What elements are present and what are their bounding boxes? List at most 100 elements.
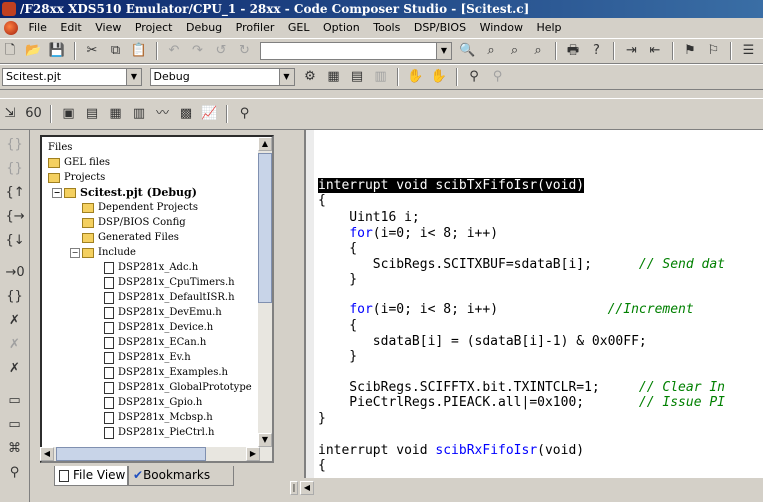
tree-horizontal-scrollbar[interactable]: ◀ ▶ [40,447,260,461]
open-folder-icon[interactable]: 📂 [25,42,43,60]
tree-item-project[interactable]: − Scitest.pjt (Debug) [52,186,197,200]
menu-debug[interactable]: Debug [181,18,227,38]
halt-icon[interactable]: ✗ [6,336,24,354]
collapse-icon[interactable]: − [52,188,62,198]
run-icon[interactable]: ✗ [6,312,24,330]
rebuild-icon[interactable]: ▤ [348,68,366,86]
code-editor[interactable]: interrupt void scibTxFifoIsr(void) { Uin… [304,130,763,478]
chevron-down-icon[interactable]: ▼ [278,69,294,85]
list-icon[interactable]: ☰ [740,42,758,60]
watch-icon[interactable]: 60 [25,105,43,123]
undo-history-icon[interactable]: ↺ [212,42,230,60]
scroll-down-icon[interactable]: ▼ [258,433,272,447]
step-into-icon[interactable]: {} [6,136,24,154]
tree-item-file[interactable]: DSP281x_GlobalPrototype [104,381,252,395]
view-watch-icon[interactable]: ⚲ [6,464,24,482]
copy-icon[interactable]: ⧉ [107,42,125,60]
scroll-thumb[interactable] [258,153,272,303]
menu-help[interactable]: Help [531,18,566,38]
run-to-cursor-icon[interactable]: {→ [6,208,25,226]
indent-icon[interactable]: ⇥ [623,42,641,60]
tree-item-file[interactable]: DSP281x_Adc.h [104,261,198,275]
tree-item-files[interactable]: Files [48,141,72,155]
set-pc-icon[interactable]: {↓ [6,232,25,250]
tree-item-include[interactable]: − Include [70,246,136,260]
tree-item-file[interactable]: DSP281x_Examples.h [104,366,228,380]
remove-breakpoints-icon[interactable]: ✋ [430,68,448,86]
menu-tools[interactable]: Tools [368,18,405,38]
probe-point-icon[interactable]: ⚲ [465,68,483,86]
profiler-icon[interactable]: ⚲ [236,105,254,123]
redo-icon[interactable]: ↷ [189,42,207,60]
tree-item-file[interactable]: DSP281x_Ev.h [104,351,191,365]
undo-icon[interactable]: ↶ [165,42,183,60]
menu-profiler[interactable]: Profiler [231,18,280,38]
collapse-icon[interactable]: − [70,247,80,258]
tree-item-file[interactable]: DSP281x_DefaultISR.h [104,291,235,305]
tree-item-file[interactable]: DSP281x_Device.h [104,321,213,335]
scroll-right-icon[interactable]: ▶ [246,447,260,461]
view-registers-icon[interactable]: ▭ [6,416,24,434]
breakpoint-icon[interactable]: ✋ [407,68,425,86]
cut-icon[interactable]: ✂ [83,42,101,60]
find-prev-icon[interactable]: ⌕ [506,42,524,60]
build-icon[interactable]: ▦ [325,68,343,86]
tree-item-file[interactable]: DSP281x_ECan.h [104,336,206,350]
stack-icon[interactable]: ▥ [130,105,148,123]
document-icon[interactable] [4,21,18,35]
find-combo[interactable]: ▼ [260,42,452,60]
menu-project[interactable]: Project [130,18,178,38]
save-icon[interactable]: 💾 [48,42,66,60]
chevron-down-icon[interactable]: ▼ [436,43,451,59]
tree-item-file[interactable]: DSP281x_PieCtrl.h [104,426,214,440]
bookmark-next-icon[interactable]: ⚐ [705,42,723,60]
bookmark-icon[interactable]: ⚑ [681,42,699,60]
graph-icon[interactable]: 〰 [154,105,172,123]
menu-gel[interactable]: GEL [283,18,315,38]
find-next-icon[interactable]: ⌕ [482,42,500,60]
tree-item-projects[interactable]: Projects [48,171,105,185]
pane-splitter[interactable] [284,130,290,502]
scroll-left-icon[interactable]: ◀ [300,481,314,495]
scroll-thumb[interactable] [56,447,206,461]
tree-item-generated[interactable]: Generated Files [82,231,179,245]
print-icon[interactable]: 🖶 [564,42,582,60]
compile-icon[interactable]: ⚙ [301,68,319,86]
tree-item-file[interactable]: DSP281x_Mcbsp.h [104,411,213,425]
remove-probe-icon[interactable]: ⚲ [489,68,507,86]
asm-step-over-icon[interactable]: {} [6,288,24,306]
view-quick-watch-icon[interactable]: ⌘ [6,440,24,458]
asm-step-icon[interactable]: →0 [6,264,25,282]
view-memory-icon[interactable]: ▭ [6,392,24,410]
disassembly-icon[interactable]: ▦ [107,105,125,123]
new-file-icon[interactable]: 🗋 [1,42,19,60]
tree-item-file[interactable]: DSP281x_DevEmu.h [104,306,222,320]
tree-item-dspbios[interactable]: DSP/BIOS Config [82,216,186,230]
config-select[interactable]: Debug ▼ [149,68,295,86]
chevron-down-icon[interactable]: ▼ [126,69,141,85]
tree-item-dependent[interactable]: Dependent Projects [82,201,198,215]
editor-gutter[interactable] [306,130,314,478]
tree-item-file[interactable]: DSP281x_CpuTimers.h [104,276,235,290]
editor-horizontal-scrollbar[interactable]: | ◀ [290,480,763,496]
memory-icon[interactable]: ▣ [60,105,78,123]
tab-file-view[interactable]: File View [54,466,128,486]
context-help-icon[interactable]: ? [588,42,606,60]
image-icon[interactable]: ▩ [177,105,195,123]
find-icon[interactable]: 🔍 [459,42,477,60]
chart-icon[interactable]: 📈 [201,105,219,123]
animate-icon[interactable]: ✗ [6,360,24,378]
outdent-icon[interactable]: ⇤ [646,42,664,60]
tree-item-gel-files[interactable]: GEL files [48,156,110,170]
scroll-left-icon[interactable]: ◀ [40,447,54,461]
menu-window[interactable]: Window [475,18,528,38]
menu-view[interactable]: View [90,18,126,38]
tab-bookmarks[interactable]: ✔Bookmarks [128,466,234,486]
menu-option[interactable]: Option [318,18,365,38]
registers-icon[interactable]: ▤ [83,105,101,123]
project-select[interactable]: Scitest.pjt ▼ [2,68,142,86]
step-out-icon[interactable]: {↑ [6,184,25,202]
menu-dspbios[interactable]: DSP/BIOS [409,18,471,38]
redo-history-icon[interactable]: ↻ [236,42,254,60]
paste-icon[interactable]: 📋 [130,42,148,60]
